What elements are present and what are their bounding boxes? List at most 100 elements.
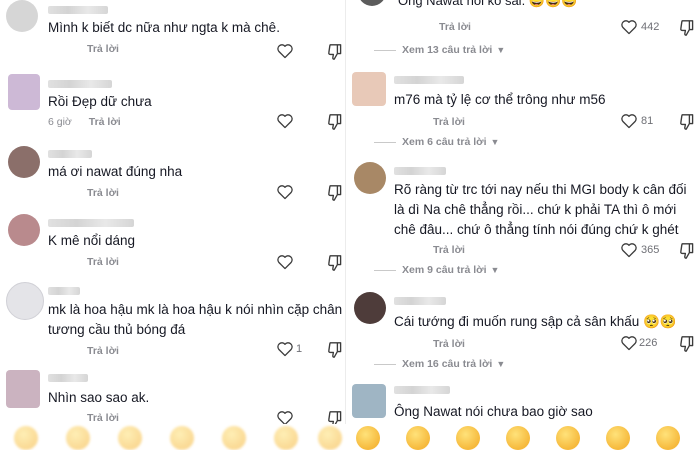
comment-text: Mình k biết dc nữa như ngta k mà chê.: [48, 20, 280, 35]
heart-outline-icon[interactable]: [620, 242, 638, 258]
emoji-icon[interactable]: [356, 426, 380, 450]
comment-meta: Trả lời: [439, 21, 471, 33]
comment-text: K mê nổi dáng: [48, 233, 136, 248]
username-blurred[interactable]: [394, 386, 450, 394]
heart-outline-icon[interactable]: [620, 19, 638, 35]
view-replies-button[interactable]: Xem 13 câu trả lời ▼: [374, 44, 505, 56]
comment-meta: Trả lời: [433, 244, 465, 256]
username-blurred[interactable]: [48, 219, 134, 227]
username-blurred[interactable]: [394, 297, 446, 305]
thumbs-down-icon[interactable]: [679, 335, 695, 353]
thumbs-down-icon[interactable]: [327, 184, 343, 202]
avatar[interactable]: [8, 74, 40, 110]
comment-meta: Trả lời: [87, 345, 119, 357]
like-count: 226: [639, 337, 658, 349]
chevron-down-icon: ▼: [490, 265, 500, 275]
thumbs-down-icon[interactable]: [679, 19, 695, 37]
username-blurred[interactable]: [394, 76, 464, 84]
reply-button[interactable]: Trả lời: [433, 244, 465, 256]
reply-button[interactable]: Trả lời: [87, 345, 119, 357]
like-count: 81: [641, 115, 654, 127]
heart-outline-icon[interactable]: [620, 113, 638, 129]
thumbs-down-icon[interactable]: [679, 113, 695, 131]
avatar[interactable]: [6, 370, 40, 408]
chevron-down-icon: ▼: [496, 359, 506, 369]
emoji-icon[interactable]: [118, 426, 142, 450]
reply-button[interactable]: Trả lời: [87, 187, 119, 199]
comment-text: chê đâu... chứ ô thẳng tính nói đúng chứ…: [394, 222, 679, 237]
comment-meta: Trả lời: [87, 412, 119, 424]
avatar[interactable]: [6, 282, 44, 320]
avatar[interactable]: [8, 214, 40, 246]
thumbs-down-icon[interactable]: [327, 341, 343, 359]
emoji-icon[interactable]: [606, 426, 630, 450]
like-count: 442: [641, 21, 660, 33]
comment-meta: Trả lời: [87, 43, 119, 55]
avatar[interactable]: [354, 162, 386, 194]
like-count: 1: [296, 343, 303, 355]
emoji-icon[interactable]: [66, 426, 90, 450]
reply-button[interactable]: Trả lời: [87, 256, 119, 268]
like-count: 365: [641, 244, 660, 256]
comment-text: Ông Nawat nói ko sai. 😄😄😄: [398, 0, 578, 8]
heart-outline-icon[interactable]: [276, 113, 294, 129]
avatar[interactable]: [6, 0, 38, 32]
emoji-icon[interactable]: [406, 426, 430, 450]
avatar[interactable]: [8, 146, 40, 178]
avatar[interactable]: [352, 72, 386, 106]
thumbs-down-icon[interactable]: [327, 254, 343, 272]
thumbs-down-icon[interactable]: [327, 113, 343, 131]
thumbs-down-icon[interactable]: [327, 43, 343, 61]
emoji-quick-bar: [0, 424, 700, 450]
emoji-icon[interactable]: [222, 426, 246, 450]
username-blurred[interactable]: [48, 287, 80, 295]
username-blurred[interactable]: [48, 374, 88, 382]
view-replies-button[interactable]: Xem 6 câu trả lời ▼: [374, 136, 499, 148]
heart-outline-icon[interactable]: [276, 254, 294, 270]
comments-column-left: Mình k biết dc nữa như ngta k mà chê. Tr…: [0, 0, 345, 440]
reply-button[interactable]: Trả lời: [433, 116, 465, 128]
comment-text: Rồi Đẹp dữ chưa: [48, 94, 152, 109]
reply-button[interactable]: Trả lời: [433, 338, 465, 350]
comment-meta: Trả lời: [433, 116, 465, 128]
view-replies-button[interactable]: Xem 16 câu trả lời ▼: [374, 358, 505, 370]
username-blurred[interactable]: [48, 80, 112, 88]
emoji-icon[interactable]: [170, 426, 194, 450]
reply-button[interactable]: Trả lời: [439, 21, 471, 33]
heart-outline-icon[interactable]: [276, 43, 294, 59]
comment-text: Cái tướng đi muốn rung sập cả sân khấu 🥺…: [394, 314, 677, 329]
reply-button[interactable]: Trả lời: [87, 43, 119, 55]
comment-text: tương cầu thủ bóng đá: [48, 322, 186, 337]
username-blurred[interactable]: [394, 167, 446, 175]
comment-meta: Trả lời: [87, 256, 119, 268]
heart-outline-icon[interactable]: [620, 335, 638, 351]
reply-button[interactable]: Trả lời: [89, 116, 121, 128]
chevron-down-icon: ▼: [496, 45, 506, 55]
reply-button[interactable]: Trả lời: [87, 412, 119, 424]
heart-outline-icon[interactable]: [276, 341, 294, 357]
username-blurred[interactable]: [48, 150, 92, 158]
emoji-icon[interactable]: [556, 426, 580, 450]
comment-text: Ông Nawat nói chưa bao giờ sao: [394, 404, 593, 419]
view-replies-button[interactable]: Xem 9 câu trả lời ▼: [374, 264, 499, 276]
emoji-icon[interactable]: [318, 426, 342, 450]
emoji-icon[interactable]: [14, 426, 38, 450]
comments-column-right: Ông Nawat nói ko sai. 😄😄😄 Trả lời 442 Xe…: [345, 0, 700, 440]
emoji-icon[interactable]: [456, 426, 480, 450]
avatar[interactable]: [354, 292, 386, 324]
comment-text: Rõ ràng từ trc tới nay nếu thi MGI body …: [394, 182, 687, 197]
heart-outline-icon[interactable]: [276, 184, 294, 200]
emoji-icon[interactable]: [506, 426, 530, 450]
thumbs-down-icon[interactable]: [679, 242, 695, 260]
emoji-icon[interactable]: [274, 426, 298, 450]
avatar[interactable]: [352, 384, 386, 418]
comment-text: Nhìn sao sao ak.: [48, 390, 150, 405]
avatar[interactable]: [358, 0, 386, 6]
comment-meta: Trả lời: [433, 338, 465, 350]
emoji-icon[interactable]: [656, 426, 680, 450]
comment-text: m76 mà tỷ lệ cơ thể trông như m56: [394, 92, 606, 107]
comment-age: 6 giờ: [48, 116, 72, 128]
comment-text: mk là hoa hậu mk là hoa hậu k nói nhìn c…: [48, 302, 343, 317]
username-blurred[interactable]: [48, 6, 108, 14]
comment-meta: 6 giờ Trả lời: [48, 116, 121, 128]
